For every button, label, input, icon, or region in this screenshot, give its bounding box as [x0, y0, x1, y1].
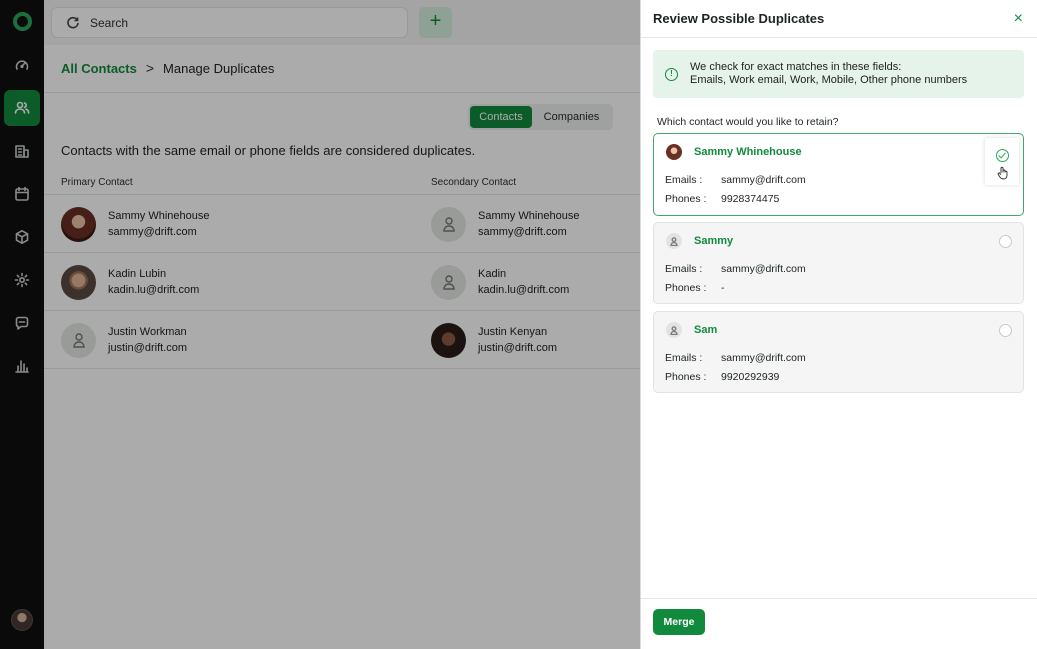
drawer-header: Review Possible Duplicates ×	[641, 0, 1037, 38]
check-circle-icon	[996, 149, 1009, 162]
contact-option-card[interactable]: Sammy Whinehouse Emails : sammy@drift.co…	[653, 133, 1024, 216]
merge-button[interactable]: Merge	[653, 609, 705, 635]
emails-label: Emails :	[665, 352, 703, 364]
contact-option-card[interactable]: Sam Emails : sammy@drift.com Phones : 99…	[653, 311, 1024, 393]
contact-option-card[interactable]: Sammy Emails : sammy@drift.com Phones : …	[653, 222, 1024, 304]
option-email: sammy@drift.com	[721, 352, 806, 364]
avatar	[666, 233, 682, 249]
avatar	[666, 322, 682, 338]
phones-label: Phones :	[665, 193, 707, 205]
selected-radio[interactable]	[985, 138, 1019, 185]
option-email: sammy@drift.com	[721, 263, 806, 275]
option-phone: 9928374475	[721, 193, 780, 205]
info-icon: !	[665, 67, 678, 81]
retain-question: Which contact would you like to retain?	[657, 116, 839, 128]
avatar	[666, 144, 682, 160]
emails-label: Emails :	[665, 174, 703, 186]
hand-cursor-icon	[997, 166, 1008, 180]
info-line-1: We check for exact matches in these fiel…	[690, 61, 902, 73]
option-name: Sam	[694, 324, 718, 336]
option-phone: -	[721, 282, 725, 294]
phones-label: Phones :	[665, 371, 707, 383]
person-icon	[670, 236, 678, 246]
option-radio[interactable]	[999, 235, 1012, 248]
person-icon	[670, 325, 678, 335]
option-name: Sammy	[694, 235, 734, 247]
review-duplicates-drawer: Review Possible Duplicates × ! We check …	[640, 0, 1037, 649]
info-line-2: Emails, Work email, Work, Mobile, Other …	[690, 74, 968, 86]
option-phone: 9920292939	[721, 371, 780, 383]
emails-label: Emails :	[665, 263, 703, 275]
phones-label: Phones :	[665, 282, 707, 294]
modal-overlay[interactable]	[0, 0, 640, 649]
close-icon[interactable]: ×	[1014, 10, 1023, 27]
option-email: sammy@drift.com	[721, 174, 806, 186]
option-radio[interactable]	[999, 324, 1012, 337]
option-name: Sammy Whinehouse	[694, 146, 802, 158]
info-banner: ! We check for exact matches in these fi…	[653, 50, 1024, 98]
drawer-footer: Merge	[641, 598, 1037, 649]
drawer-title: Review Possible Duplicates	[653, 11, 825, 26]
